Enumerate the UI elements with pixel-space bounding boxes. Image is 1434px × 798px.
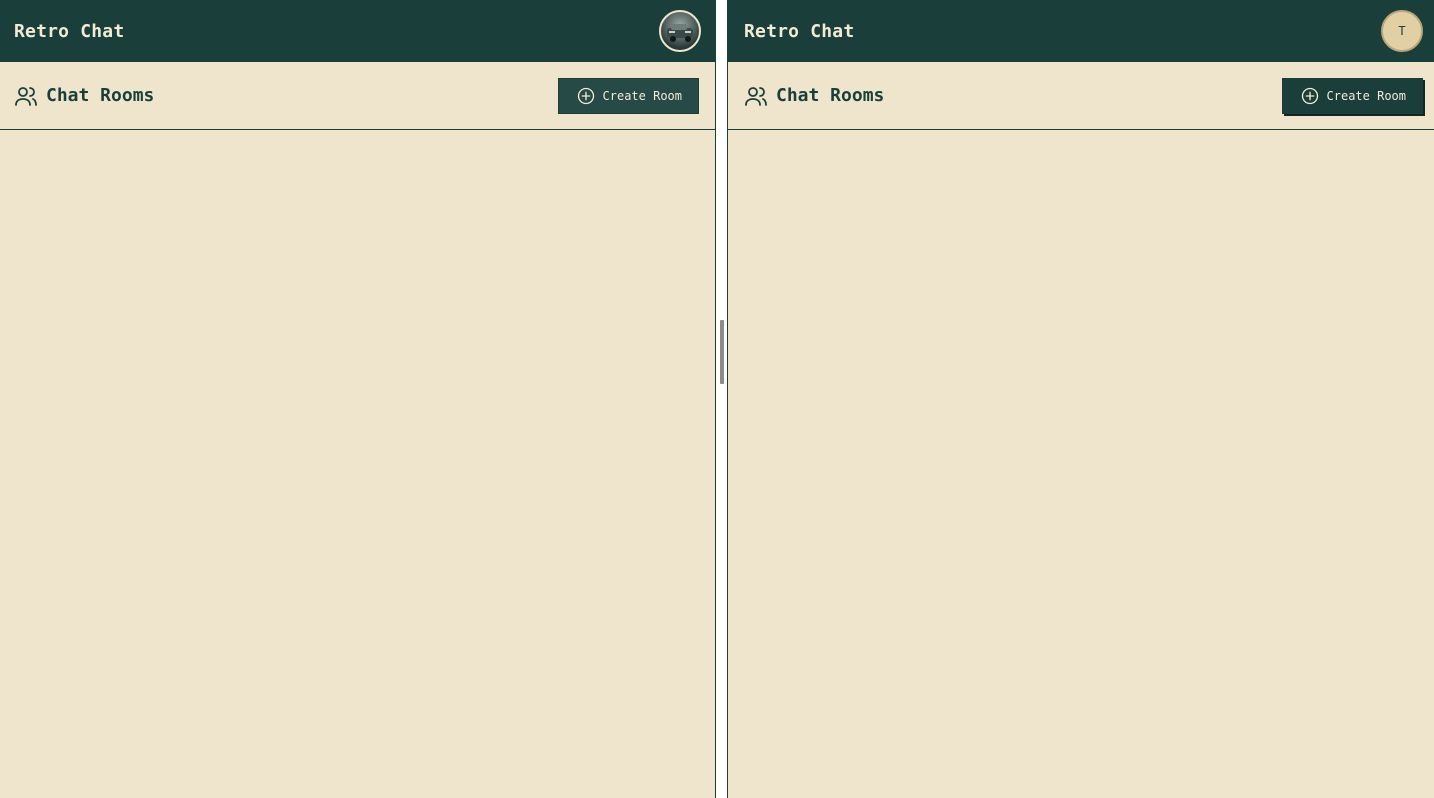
split-resize-handle[interactable] <box>720 320 724 384</box>
left-pane: Retro Chat Chat Rooms Create Room <box>0 0 716 798</box>
split-view: Retro Chat Chat Rooms Create Room Retro … <box>0 0 1434 798</box>
user-avatar[interactable] <box>659 10 701 52</box>
create-room-label: Create Room <box>602 88 682 103</box>
users-icon <box>745 86 767 106</box>
user-avatar[interactable]: T <box>1381 10 1423 52</box>
app-header: Retro Chat <box>0 0 715 62</box>
rooms-title-group: Chat Rooms <box>744 84 884 108</box>
app-title: Retro Chat <box>744 20 855 42</box>
right-pane: Retro Chat T Chat Rooms Create Room <box>727 0 1434 798</box>
rooms-title: Chat Rooms <box>776 85 885 106</box>
avatar-initial: T <box>1398 24 1406 38</box>
rooms-header: Chat Rooms Create Room <box>728 62 1434 130</box>
avatar-photo-icon <box>667 24 693 42</box>
users-icon <box>15 86 37 106</box>
rooms-header: Chat Rooms Create Room <box>0 62 715 130</box>
rooms-title: Chat Rooms <box>46 85 155 106</box>
create-room-button[interactable]: Create Room <box>557 77 699 114</box>
plus-circle-icon <box>1301 87 1318 104</box>
rooms-title-group: Chat Rooms <box>14 84 154 108</box>
plus-circle-icon <box>577 87 594 104</box>
app-header: Retro Chat T <box>728 0 1434 62</box>
create-room-button[interactable]: Create Room <box>1281 77 1423 114</box>
app-title: Retro Chat <box>14 20 125 42</box>
create-room-label: Create Room <box>1326 88 1406 103</box>
